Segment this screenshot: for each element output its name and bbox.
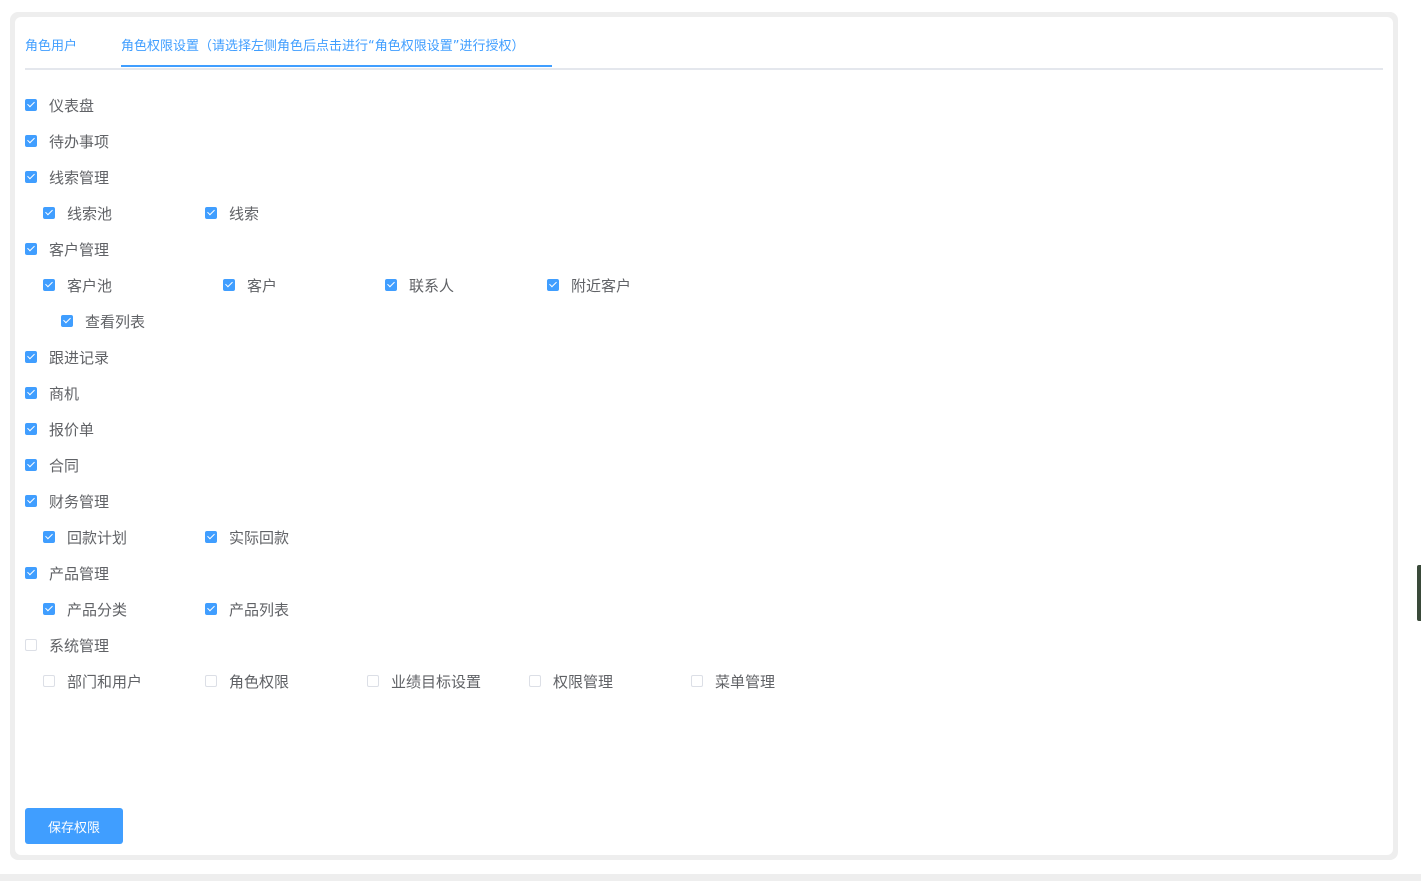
perm-label: 客户管理: [49, 240, 110, 259]
perm-label: 客户: [247, 276, 278, 295]
perm-label: 待办事项: [49, 132, 110, 151]
checkbox[interactable]: [25, 243, 37, 255]
perm-nearby-customer[interactable]: 附近客户: [547, 275, 631, 295]
perm-contract[interactable]: 合同: [25, 455, 79, 475]
checkbox[interactable]: [385, 279, 397, 291]
perm-label: 合同: [49, 456, 80, 475]
perm-label: 部门和用户: [67, 672, 143, 691]
perm-label: 权限管理: [553, 672, 614, 691]
perm-label: 财务管理: [49, 492, 110, 511]
perm-label: 菜单管理: [715, 672, 776, 691]
checkbox[interactable]: [61, 315, 73, 327]
perm-label: 实际回款: [229, 528, 290, 547]
tab-role-users[interactable]: 角色用户: [25, 38, 77, 56]
perm-label: 线索管理: [49, 168, 110, 187]
perm-label: 查看列表: [85, 312, 146, 331]
bottom-strip: [0, 874, 1421, 881]
perm-payment-plan[interactable]: 回款计划: [43, 527, 127, 547]
perm-label: 产品分类: [67, 600, 128, 619]
checkbox[interactable]: [691, 675, 703, 687]
perm-label: 线索池: [67, 204, 113, 223]
perm-performance-target[interactable]: 业绩目标设置: [367, 671, 481, 691]
active-tab-indicator: [121, 65, 552, 67]
checkbox[interactable]: [529, 675, 541, 687]
perm-customer[interactable]: 客户: [223, 275, 277, 295]
perm-dept-users[interactable]: 部门和用户: [43, 671, 142, 691]
perm-todo[interactable]: 待办事项: [25, 131, 109, 151]
perm-label: 回款计划: [67, 528, 128, 547]
perm-lead-management[interactable]: 线索管理: [25, 167, 109, 187]
perm-label: 跟进记录: [49, 348, 110, 367]
perm-opportunity[interactable]: 商机: [25, 383, 79, 403]
perm-product-category[interactable]: 产品分类: [43, 599, 127, 619]
checkbox[interactable]: [43, 207, 55, 219]
perm-label: 附近客户: [571, 276, 632, 295]
perm-label: 商机: [49, 384, 80, 403]
checkbox[interactable]: [43, 279, 55, 291]
perm-product-management[interactable]: 产品管理: [25, 563, 109, 583]
perm-label: 业绩目标设置: [391, 672, 482, 691]
checkbox[interactable]: [25, 351, 37, 363]
perm-label: 仪表盘: [49, 96, 95, 115]
perm-actual-payment[interactable]: 实际回款: [205, 527, 289, 547]
perm-lead-pool[interactable]: 线索池: [43, 203, 112, 223]
perm-label: 线索: [229, 204, 260, 223]
checkbox[interactable]: [43, 603, 55, 615]
perm-customer-pool[interactable]: 客户池: [43, 275, 112, 295]
checkbox[interactable]: [547, 279, 559, 291]
checkbox[interactable]: [205, 207, 217, 219]
tab-role-permission-settings[interactable]: 角色权限设置（请选择左侧角色后点击进行“角色权限设置”进行授权）: [121, 38, 524, 56]
checkbox[interactable]: [205, 531, 217, 543]
perm-dashboard[interactable]: 仪表盘: [25, 95, 94, 115]
checkbox[interactable]: [43, 531, 55, 543]
perm-finance-management[interactable]: 财务管理: [25, 491, 109, 511]
permission-card: [15, 17, 1393, 855]
perm-system-management[interactable]: 系统管理: [25, 635, 109, 655]
perm-label: 系统管理: [49, 636, 110, 655]
checkbox[interactable]: [43, 675, 55, 687]
checkbox[interactable]: [25, 99, 37, 111]
tab-bar: 角色用户 角色权限设置（请选择左侧角色后点击进行“角色权限设置”进行授权）: [25, 30, 1383, 70]
perm-product-list[interactable]: 产品列表: [205, 599, 289, 619]
checkbox[interactable]: [223, 279, 235, 291]
page: 角色用户 角色权限设置（请选择左侧角色后点击进行“角色权限设置”进行授权） 仪表…: [0, 0, 1421, 881]
perm-contact[interactable]: 联系人: [385, 275, 454, 295]
perm-customer-management[interactable]: 客户管理: [25, 239, 109, 259]
checkbox[interactable]: [25, 171, 37, 183]
perm-label: 产品列表: [229, 600, 290, 619]
checkbox[interactable]: [25, 387, 37, 399]
perm-followup-records[interactable]: 跟进记录: [25, 347, 109, 367]
checkbox[interactable]: [367, 675, 379, 687]
perm-label: 角色权限: [229, 672, 290, 691]
perm-label: 客户池: [67, 276, 113, 295]
perm-lead[interactable]: 线索: [205, 203, 259, 223]
perm-label: 产品管理: [49, 564, 110, 583]
checkbox[interactable]: [25, 459, 37, 471]
perm-role-permission[interactable]: 角色权限: [205, 671, 289, 691]
checkbox[interactable]: [25, 567, 37, 579]
perm-permission-management[interactable]: 权限管理: [529, 671, 613, 691]
checkbox[interactable]: [25, 639, 37, 651]
checkbox[interactable]: [25, 423, 37, 435]
perm-label: 报价单: [49, 420, 95, 439]
save-permissions-button[interactable]: 保存权限: [25, 808, 123, 844]
perm-quotation[interactable]: 报价单: [25, 419, 94, 439]
checkbox[interactable]: [205, 675, 217, 687]
perm-menu-management[interactable]: 菜单管理: [691, 671, 775, 691]
checkbox[interactable]: [25, 495, 37, 507]
scrollbar-handle[interactable]: [1417, 565, 1421, 621]
checkbox[interactable]: [205, 603, 217, 615]
perm-view-list[interactable]: 查看列表: [61, 311, 145, 331]
perm-label: 联系人: [409, 276, 455, 295]
checkbox[interactable]: [25, 135, 37, 147]
